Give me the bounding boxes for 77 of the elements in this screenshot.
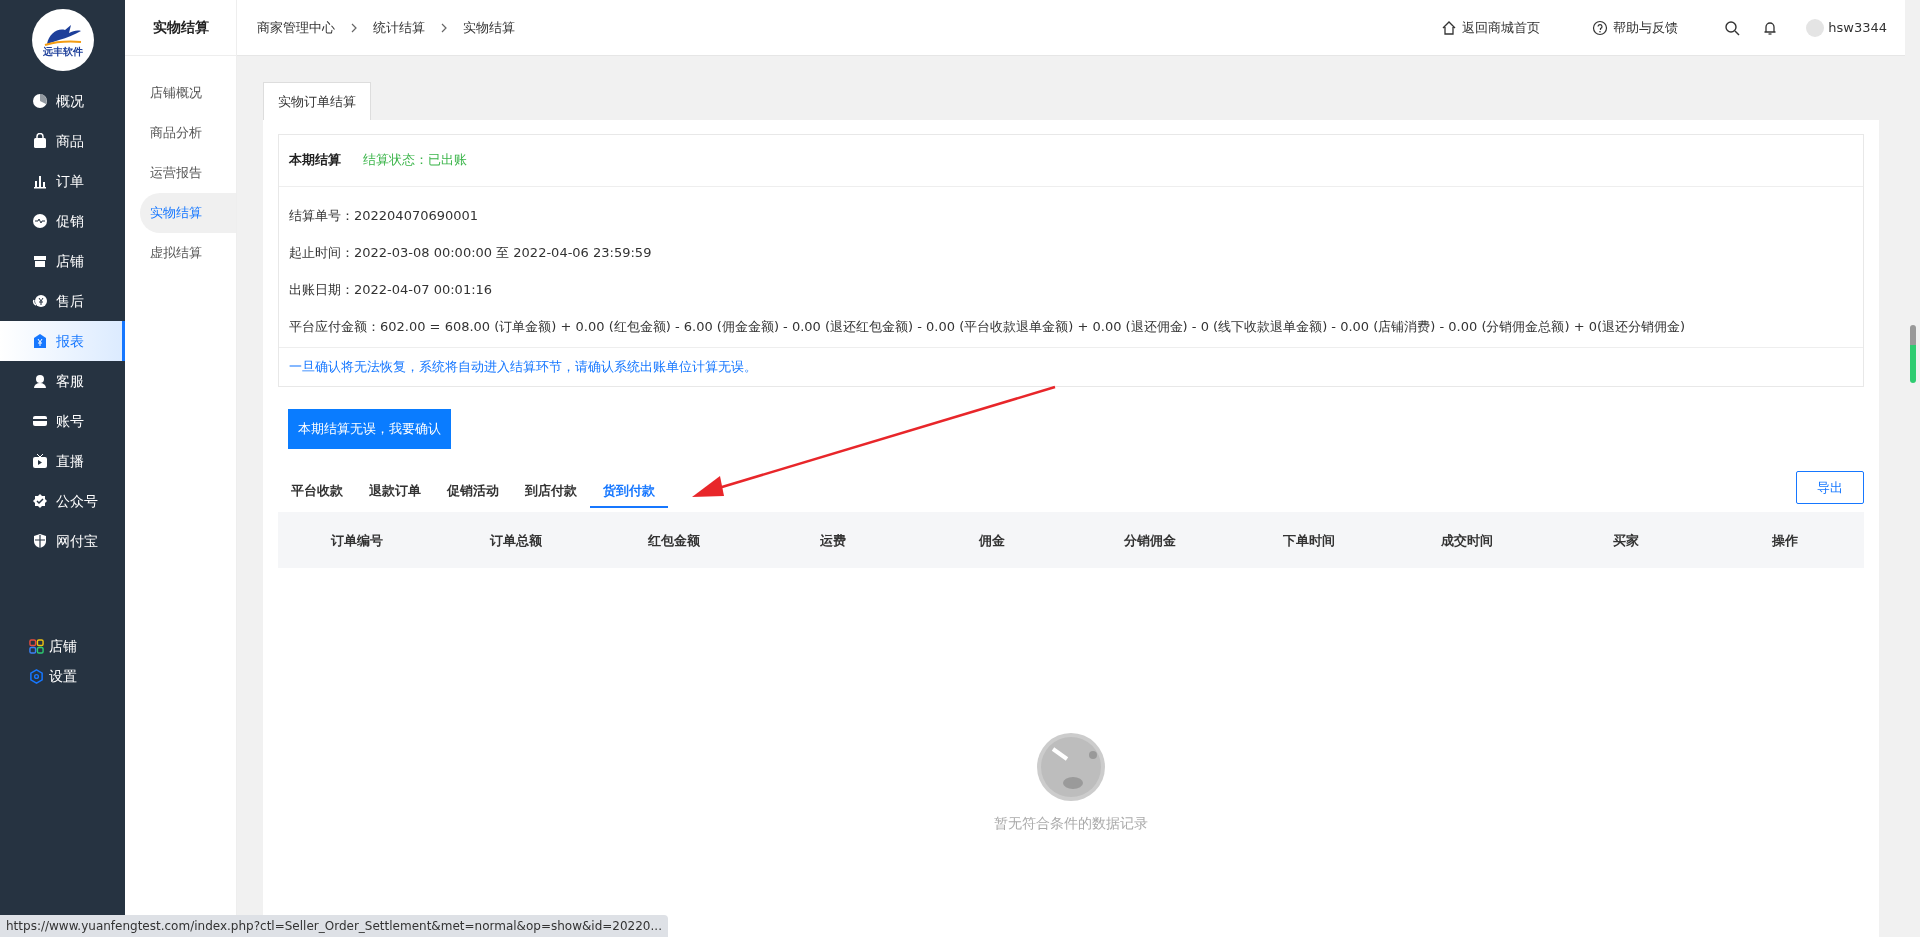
sidebar-item[interactable]: 直播 — [0, 441, 125, 481]
chevron-right-icon — [439, 22, 449, 33]
sidebar-link[interactable]: 店铺 — [0, 631, 125, 661]
order-tab[interactable]: 退款订单 — [356, 474, 434, 509]
order-tab[interactable]: 促销活动 — [434, 474, 512, 509]
export-button[interactable]: 导出 — [1796, 470, 1864, 505]
breadcrumb-item[interactable]: 实物结算 — [463, 17, 515, 38]
column-header: 下单时间 — [1281, 531, 1336, 550]
column-header: 佣金 — [977, 531, 1006, 550]
order-tab[interactable]: 平台收款 — [278, 474, 356, 509]
username[interactable]: hsw3344 — [1828, 17, 1887, 38]
empty-message: 暂无符合条件的数据记录 — [994, 814, 1148, 834]
grid-icon — [29, 638, 44, 654]
home-icon — [1441, 19, 1458, 36]
order-tab[interactable]: 货到付款 — [590, 474, 668, 509]
subnav-item[interactable]: 虚拟结算 — [125, 233, 236, 273]
order-tab[interactable]: 到店付款 — [512, 474, 590, 509]
sidebar-item[interactable]: 账号 — [0, 401, 125, 441]
breadcrumb-item[interactable]: 统计结算 — [373, 17, 425, 38]
info-line: 结算单号：202204070690001 — [289, 206, 480, 225]
column-header: 运费 — [819, 531, 848, 550]
column-header: 分销佣金 — [1123, 531, 1178, 550]
header-link[interactable]: 返回商城首页 — [1435, 16, 1547, 39]
search-icon — [1724, 19, 1741, 36]
subnav-item[interactable]: 商品分析 — [125, 113, 236, 153]
pegasus-logo-icon — [42, 23, 83, 46]
subnav-item[interactable]: 运营报告 — [125, 153, 236, 193]
column-header: 订单编号 — [330, 531, 385, 550]
page-tab[interactable]: 实物订单结算 — [263, 82, 371, 121]
sidebar-item[interactable]: 促销 — [0, 201, 125, 241]
sidebar-item[interactable]: 商品 — [0, 121, 125, 161]
bell-icon — [1762, 19, 1779, 36]
pulse-icon — [32, 213, 48, 229]
sidebar-item[interactable]: 订单 — [0, 161, 125, 201]
pie-chart-icon — [32, 93, 48, 109]
sidebar-item[interactable]: 客服 — [0, 361, 125, 401]
help-icon — [1592, 19, 1609, 36]
confirm-button[interactable]: 本期结算无误，我要确认 — [288, 409, 451, 449]
shield-icon — [32, 533, 48, 549]
column-header: 成交时间 — [1440, 531, 1495, 550]
column-header: 操作 — [1770, 531, 1799, 550]
settlement-status: 结算状态：已出账 — [363, 151, 467, 170]
sidebar-link[interactable]: 设置 — [0, 661, 125, 691]
check-badge-icon — [32, 493, 48, 509]
sidebar-item[interactable]: 售后 — [0, 281, 125, 321]
header-link[interactable]: 帮助与反馈 — [1586, 16, 1685, 39]
bar-chart-icon — [32, 173, 48, 189]
yen-tag-icon — [32, 333, 48, 349]
sidebar-item[interactable]: 网付宝 — [0, 521, 125, 561]
sidebar-item[interactable]: 概况 — [0, 81, 125, 121]
column-header: 买家 — [1612, 531, 1641, 550]
sidebar-item[interactable]: 报表 — [0, 321, 125, 361]
subnav-item[interactable]: 实物结算 — [140, 193, 236, 233]
breadcrumb-item[interactable]: 商家管理中心 — [257, 17, 335, 38]
logo-text: 远丰软件 — [42, 46, 83, 57]
info-line: 平台应付金额：602.00 = 608.00 (订单金额) + 0.00 (红包金额) - 6.00 (佣金金额) - 0.00 (退还红包金额) - 0.00 (平台收款退单金额) + 0.00 (退还佣金) - 0 (线下收款退单金额) - 0.00 (店铺消费) - 0.00 (分销佣金总额) + 0(退还分销佣金) — [289, 317, 1687, 336]
avatar[interactable] — [1806, 18, 1825, 37]
store-icon — [32, 253, 48, 269]
sidebar-item[interactable]: 公众号 — [0, 481, 125, 521]
chevron-right-icon — [349, 22, 359, 33]
status-url: https://www.yuanfengtest.com/index.php?ctl=Seller_Order_Settlement&met=normal&op=show&id=20220... — [0, 915, 668, 937]
empty-state-icon — [1037, 733, 1105, 802]
info-line: 起止时间：2022-03-08 00:00:00 至 2022-04-06 23:59:59 — [289, 243, 653, 262]
subnav-item[interactable]: 店铺概况 — [125, 73, 236, 113]
column-header: 红包金额 — [647, 531, 702, 550]
card-title: 本期结算 — [289, 151, 341, 170]
settings-icon — [29, 668, 44, 684]
sidebar-item[interactable]: 店铺 — [0, 241, 125, 281]
section-title: 实物结算 — [125, 0, 236, 56]
tv-icon — [32, 453, 48, 469]
info-line: 出账日期：2022-04-07 00:01:16 — [289, 280, 494, 299]
yen-coin-icon — [32, 293, 48, 309]
column-header: 订单总额 — [488, 531, 543, 550]
scrollbar-thumb[interactable] — [1909, 325, 1916, 383]
person-icon — [32, 373, 48, 389]
card-icon — [32, 413, 48, 429]
notice-text: 一旦确认将无法恢复，系统将自动进入结算环节，请确认系统出账单位计算无误。 — [288, 357, 758, 376]
